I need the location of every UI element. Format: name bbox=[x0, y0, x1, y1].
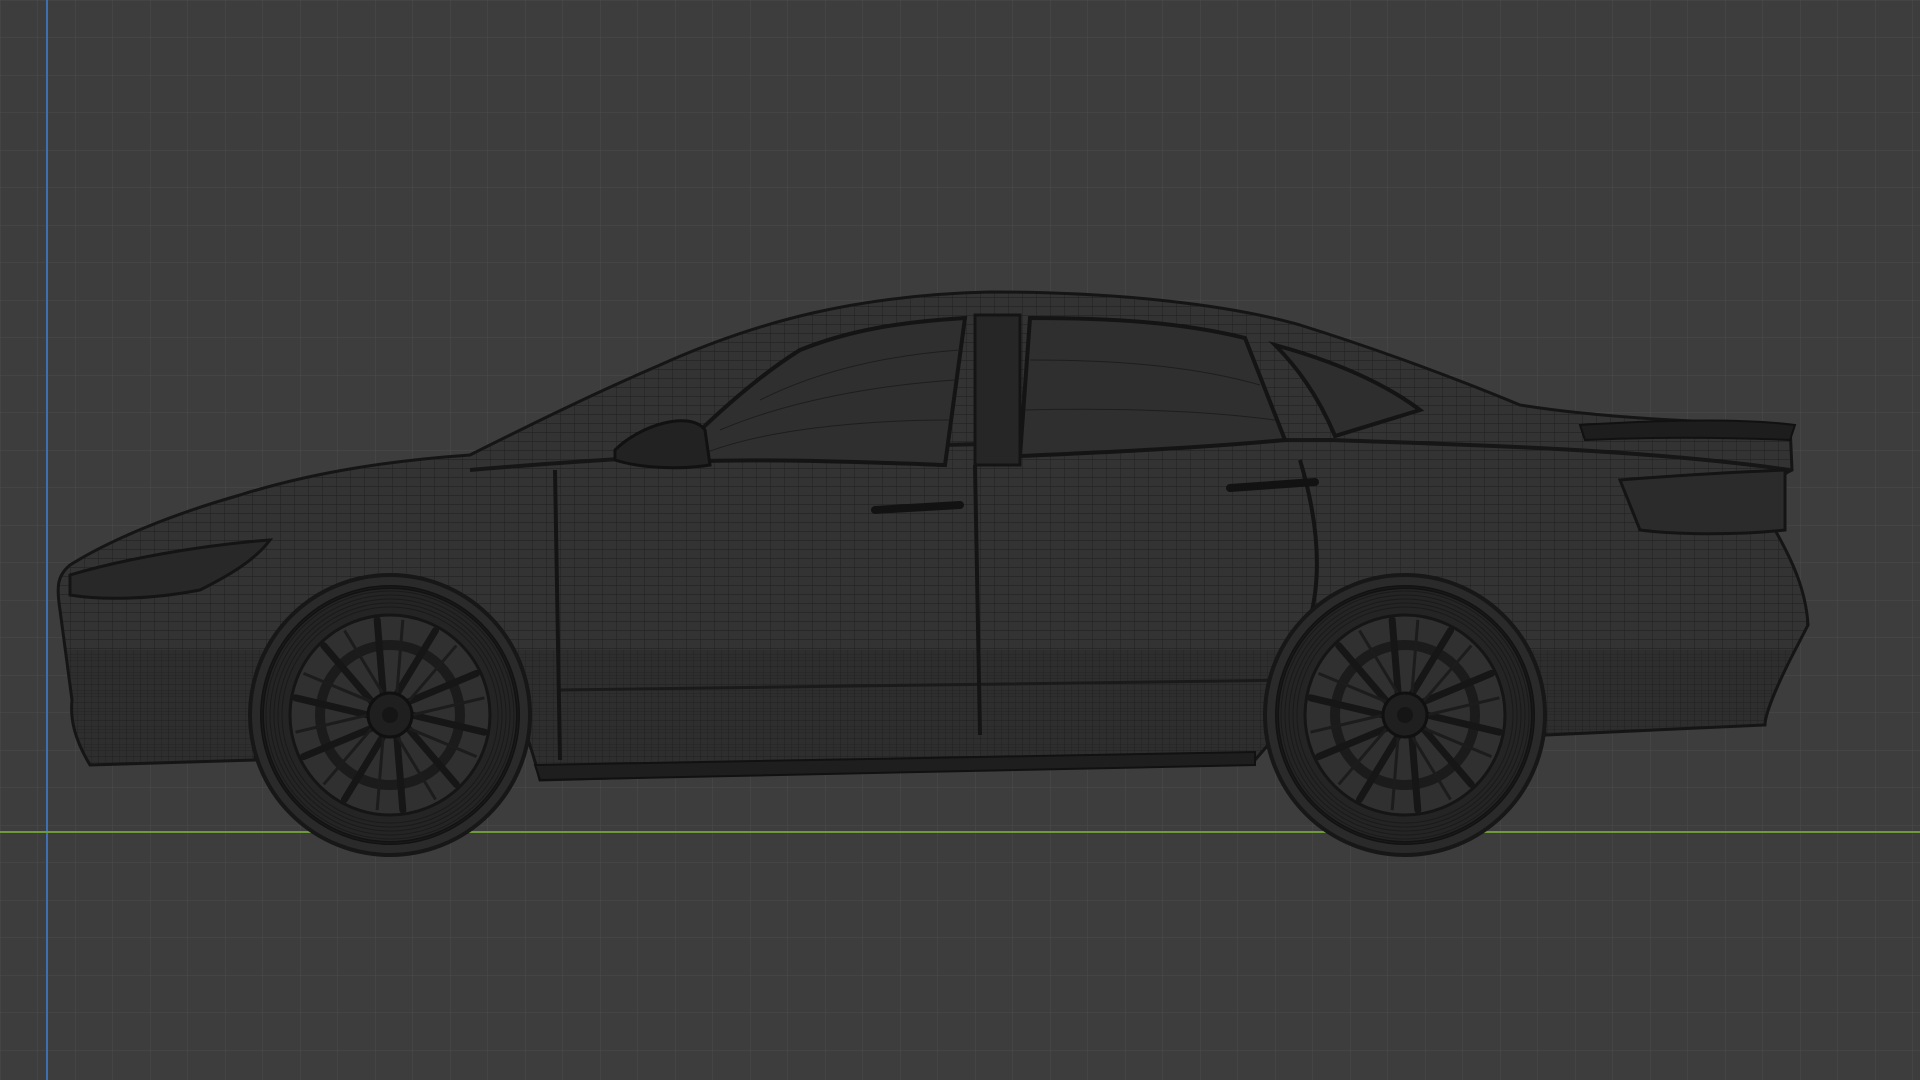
front-wheel-hub bbox=[382, 707, 398, 723]
door-handle-front bbox=[871, 501, 964, 514]
rear-wheel-hub bbox=[1397, 707, 1413, 723]
front-wheel[interactable] bbox=[248, 573, 532, 857]
b-pillar bbox=[973, 313, 1022, 467]
window-rear bbox=[1017, 315, 1288, 459]
taillight bbox=[1617, 468, 1787, 536]
viewport-canvas[interactable] bbox=[0, 0, 1920, 1080]
rear-wheel[interactable] bbox=[1263, 573, 1547, 857]
3d-viewport[interactable] bbox=[0, 0, 1920, 1080]
rear-spoiler bbox=[1578, 419, 1797, 442]
